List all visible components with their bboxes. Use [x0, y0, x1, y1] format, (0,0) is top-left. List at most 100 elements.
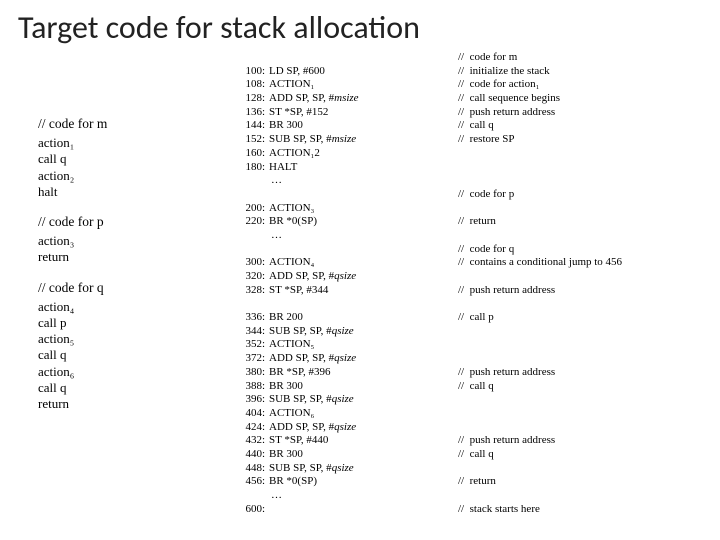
address: 396: — [233, 393, 269, 407]
comment-row: // code for action₁ — [458, 78, 703, 92]
code-row: 108:ACTION₁ — [233, 78, 458, 92]
address — [233, 297, 269, 311]
instruction: ACTION₆ — [269, 407, 458, 421]
code-row — [233, 243, 458, 257]
comment-row — [458, 297, 703, 311]
ellipsis: … — [233, 174, 282, 188]
pseudocode-block: // code for paction₃return — [38, 214, 233, 266]
address — [233, 188, 269, 202]
instruction — [269, 188, 458, 202]
instruction: ADD SP, SP, #qsize — [269, 352, 458, 366]
comment-row: // code for p — [458, 188, 703, 202]
comment-row: // push return address — [458, 284, 703, 298]
line-comment: // call q — [458, 380, 494, 394]
instruction: BR *0(SP) — [269, 215, 458, 229]
comment-row: // call q — [458, 119, 703, 133]
code-row: 352:ACTION₅ — [233, 338, 458, 352]
code-row: 404:ACTION₆ — [233, 407, 458, 421]
instruction: BR *0(SP) — [269, 475, 458, 489]
line-comment: // return — [458, 475, 496, 489]
pseudocode-line: action₄ — [38, 299, 233, 315]
comment-row — [458, 270, 703, 284]
line-comment: // contains a conditional jump to 456 — [458, 256, 622, 270]
address: 448: — [233, 462, 269, 476]
address: 424: — [233, 421, 269, 435]
code-row: 336:BR 200 — [233, 311, 458, 325]
code-row: … — [233, 489, 458, 503]
address: 128: — [233, 92, 269, 106]
line-comment: // code for p — [458, 188, 514, 202]
instruction: BR 300 — [269, 119, 458, 133]
comment-row — [458, 325, 703, 339]
instruction-column: 100:LD SP, #600108:ACTION₁128:ADD SP, SP… — [233, 51, 458, 516]
comment-row: // call q — [458, 380, 703, 394]
address: 180: — [233, 161, 269, 175]
code-row: 600: — [233, 503, 458, 517]
address: 432: — [233, 434, 269, 448]
code-row — [233, 297, 458, 311]
code-row: 220:BR *0(SP) — [233, 215, 458, 229]
pseudocode-line: call q — [38, 380, 233, 396]
code-row: 144:BR 300 — [233, 119, 458, 133]
instruction — [269, 503, 458, 517]
instruction — [269, 297, 458, 311]
pseudocode-line: action₂ — [38, 168, 233, 184]
code-row: 372:ADD SP, SP, #qsize — [233, 352, 458, 366]
code-row: 440:BR 300 — [233, 448, 458, 462]
comment-row — [458, 174, 703, 188]
instruction: ACTION₄ — [269, 256, 458, 270]
code-row: 200:ACTION₃ — [233, 202, 458, 216]
pseudocode-line: action₃ — [38, 233, 233, 249]
comment-row: // return — [458, 475, 703, 489]
code-row: 380:BR *SP, #396 — [233, 366, 458, 380]
code-row: 152:SUB SP, SP, #msize — [233, 133, 458, 147]
pseudocode-block: // code for maction₁call qaction₂halt — [38, 116, 233, 200]
instruction: SUB SP, SP, #qsize — [269, 393, 458, 407]
line-comment: // initialize the stack — [458, 65, 550, 79]
address: 144: — [233, 119, 269, 133]
code-row: 448:SUB SP, SP, #qsize — [233, 462, 458, 476]
instruction: ST *SP, #440 — [269, 434, 458, 448]
instruction: ACTION₁2 — [269, 147, 458, 161]
code-row: 388:BR 300 — [233, 380, 458, 394]
line-comment: // push return address — [458, 106, 555, 120]
line-comment: // code for m — [458, 51, 517, 65]
comment-row: // restore SP — [458, 133, 703, 147]
code-row: … — [233, 229, 458, 243]
address: 108: — [233, 78, 269, 92]
instruction: ST *SP, #344 — [269, 284, 458, 298]
address: 388: — [233, 380, 269, 394]
code-row: 432:ST *SP, #440 — [233, 434, 458, 448]
code-row — [233, 188, 458, 202]
address: 336: — [233, 311, 269, 325]
address: 300: — [233, 256, 269, 270]
instruction — [269, 243, 458, 257]
address — [233, 51, 269, 65]
address: 404: — [233, 407, 269, 421]
pseudocode-line: call p — [38, 315, 233, 331]
pseudocode-line: halt — [38, 184, 233, 200]
instruction: SUB SP, SP, #qsize — [269, 325, 458, 339]
instruction: ST *SP, #152 — [269, 106, 458, 120]
instruction: BR 300 — [269, 380, 458, 394]
comment-row — [458, 421, 703, 435]
line-comment: // code for q — [458, 243, 514, 257]
instruction: SUB SP, SP, #qsize — [269, 462, 458, 476]
comment-row: // code for q — [458, 243, 703, 257]
code-row: 300:ACTION₄ — [233, 256, 458, 270]
line-comment: // push return address — [458, 434, 555, 448]
line-comment: // push return address — [458, 284, 555, 298]
code-row: 320:ADD SP, SP, #qsize — [233, 270, 458, 284]
address: 440: — [233, 448, 269, 462]
line-comment: // restore SP — [458, 133, 515, 147]
line-comment: // return — [458, 215, 496, 229]
code-row: 456:BR *0(SP) — [233, 475, 458, 489]
comment-row — [458, 407, 703, 421]
pseudocode-line: call q — [38, 151, 233, 167]
block-comment: // code for p — [38, 214, 233, 230]
address: 152: — [233, 133, 269, 147]
instruction: ADD SP, SP, #qsize — [269, 270, 458, 284]
line-comment: // stack starts here — [458, 503, 540, 517]
instruction: HALT — [269, 161, 458, 175]
address: 200: — [233, 202, 269, 216]
